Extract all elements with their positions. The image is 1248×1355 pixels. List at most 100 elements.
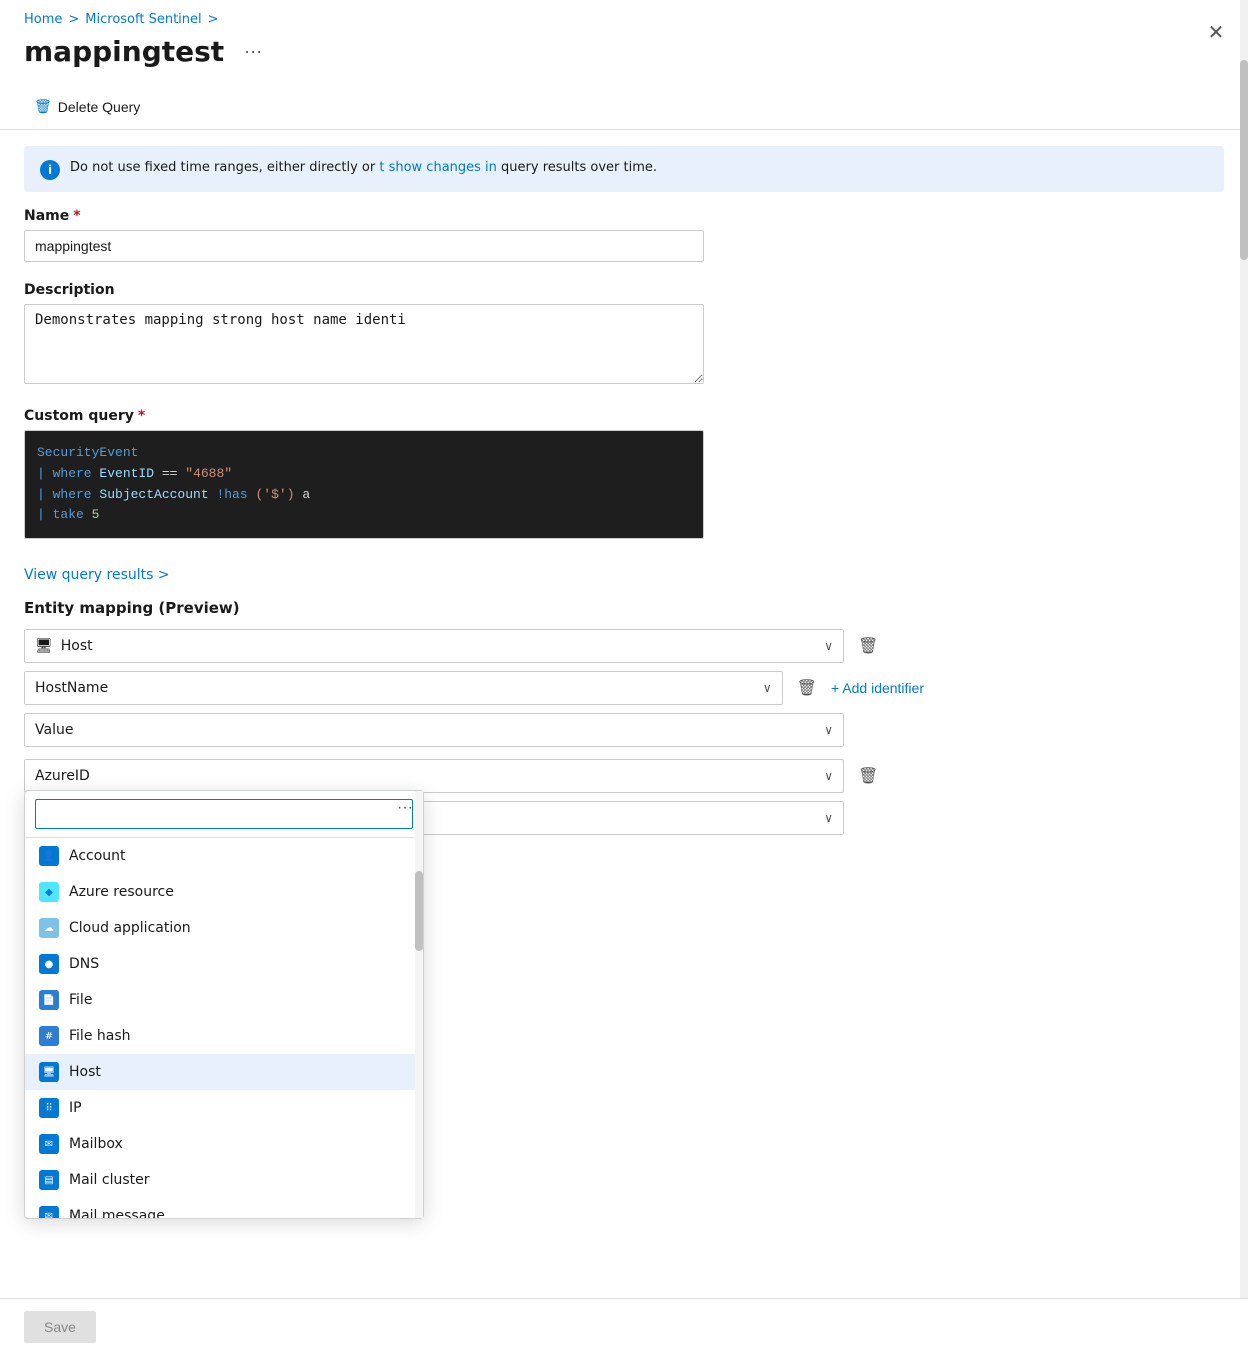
- entity-label-host: Host: [69, 1064, 101, 1080]
- info-text-part2: query results over time.: [501, 160, 657, 175]
- entity-icon-dns: ●: [39, 954, 59, 974]
- description-textarea[interactable]: Demonstrates mapping strong host name id…: [24, 304, 704, 384]
- dropdown-item-cloud_application[interactable]: ☁ Cloud application: [25, 910, 423, 946]
- name-label: Name *: [24, 208, 1224, 224]
- dropdown-scrollbar-thumb: [415, 871, 423, 951]
- entity-icon-azure_resource: ◆: [39, 882, 59, 902]
- dropdown-item-dns[interactable]: ● DNS: [25, 946, 423, 982]
- entity-label-file_hash: File hash: [69, 1028, 131, 1044]
- entity-label-mailbox: Mailbox: [69, 1136, 123, 1152]
- entity-label-azure_resource: Azure resource: [69, 884, 174, 900]
- name-group: Name *: [24, 208, 1224, 262]
- close-button[interactable]: ✕: [1200, 16, 1232, 48]
- dropdown-scrollbar[interactable]: [415, 791, 423, 1218]
- entity-icon-account: 👤: [39, 846, 59, 866]
- dropdown-item-account[interactable]: 👤 Account: [25, 838, 423, 874]
- value1-label: Value: [35, 722, 73, 738]
- entity-icon-mailbox: ✉: [39, 1134, 59, 1154]
- code-line-3: | where SubjectAccount !has ('$') a: [37, 485, 691, 506]
- add-identifier-label: + Add identifier: [831, 680, 924, 696]
- breadcrumb-sep2: >: [208, 12, 219, 27]
- breadcrumb: Home > Microsoft Sentinel >: [0, 0, 1248, 35]
- value1-selector[interactable]: Value ∨: [24, 713, 844, 747]
- entity-label-mail_cluster: Mail cluster: [69, 1172, 150, 1188]
- info-text-part1: Do not use fixed time ranges, either dir…: [70, 160, 375, 175]
- code-line-4: | take 5: [37, 505, 691, 526]
- page-scrollbar[interactable]: [1240, 0, 1248, 1355]
- page-scrollbar-thumb: [1240, 60, 1248, 260]
- azure-dropdown-row: AzureID ∨ 🗑: [24, 759, 924, 793]
- entity-type-dropdown: ··· 👤 Account ◆ Azure resource ☁ Cloud applic…: [24, 790, 424, 1219]
- azure-chevron: ∨: [824, 769, 833, 783]
- entity-icon-mail_message: ✉: [39, 1206, 59, 1218]
- delete-query-label: Delete Query: [58, 99, 140, 115]
- name-required: *: [73, 208, 80, 224]
- page-header: mappingtest ···: [0, 35, 1248, 84]
- code-editor[interactable]: SecurityEvent | where EventID == "4688" …: [24, 430, 704, 539]
- more-options-button[interactable]: ···: [236, 37, 270, 66]
- dropdown-item-mail_message[interactable]: ✉ Mail message: [25, 1198, 423, 1218]
- entity-label-ip: IP: [69, 1100, 82, 1116]
- hostname-selector[interactable]: HostName ∨: [24, 671, 783, 705]
- entity-label-cloud_application: Cloud application: [69, 920, 191, 936]
- entity-label-dns: DNS: [69, 956, 99, 972]
- entity-icon-file: 📄: [39, 990, 59, 1010]
- name-input[interactable]: [24, 230, 704, 262]
- dropdown-items-list: 👤 Account ◆ Azure resource ☁ Cloud applicatio…: [25, 838, 423, 1218]
- dropdown-item-ip[interactable]: ⠿ IP: [25, 1090, 423, 1126]
- host-selector[interactable]: 🖥 Host ∨: [24, 629, 844, 663]
- value1-chevron: ∨: [824, 723, 833, 737]
- query-label: Custom query *: [24, 408, 1224, 424]
- breadcrumb-sentinel[interactable]: Microsoft Sentinel: [85, 12, 201, 27]
- page-title: mappingtest: [24, 35, 224, 68]
- dropdown-search-area: [25, 791, 423, 838]
- value1-dropdown-row: Value ∨: [24, 713, 924, 747]
- form-section: Name * Description Demonstrates mapping …: [0, 208, 1248, 835]
- entity-label-mail_message: Mail message: [69, 1208, 165, 1218]
- entity-icon-file_hash: #: [39, 1026, 59, 1046]
- dropdown-item-host[interactable]: 🖥Host: [25, 1054, 423, 1090]
- hostname-dropdown-row: HostName ∨ 🗑 + Add identifier: [24, 671, 924, 705]
- hostname-chevron: ∨: [763, 681, 772, 695]
- save-button[interactable]: Save: [24, 1311, 96, 1343]
- code-line-2: | where EventID == "4688": [37, 464, 691, 485]
- dropdown-more-button[interactable]: ···: [397, 799, 413, 817]
- dropdown-item-azure_resource[interactable]: ◆ Azure resource: [25, 874, 423, 910]
- add-identifier-button[interactable]: + Add identifier: [831, 674, 924, 702]
- entity-label-account: Account: [69, 848, 126, 864]
- delete-query-button[interactable]: 🗑 Delete Query: [24, 92, 150, 121]
- dropdown-item-mail_cluster[interactable]: ▤ Mail cluster: [25, 1162, 423, 1198]
- view-query-link[interactable]: View query results >: [24, 567, 170, 583]
- description-label: Description: [24, 282, 1224, 298]
- value2-chevron: ∨: [824, 811, 833, 825]
- delete-hostname-button[interactable]: 🗑: [791, 672, 823, 704]
- entity-mapping-header: Entity mapping (Preview): [24, 599, 1224, 617]
- info-banner: i Do not use fixed time ranges, either d…: [24, 146, 1224, 192]
- info-link[interactable]: t show changes in: [379, 160, 497, 175]
- delete-host-button[interactable]: 🗑: [852, 630, 884, 662]
- toolbar: 🗑 Delete Query: [0, 84, 1248, 130]
- breadcrumb-home[interactable]: Home: [24, 12, 62, 27]
- info-text: Do not use fixed time ranges, either dir…: [70, 158, 657, 178]
- dropdown-item-file_hash[interactable]: # File hash: [25, 1018, 423, 1054]
- query-required: *: [138, 408, 145, 424]
- host-icon: 🖥: [35, 638, 53, 654]
- azure-selector[interactable]: AzureID ∨: [24, 759, 844, 793]
- delete-azure-button[interactable]: 🗑: [852, 760, 884, 792]
- azure-label: AzureID: [35, 768, 90, 784]
- trash-icon: 🗑: [34, 98, 52, 115]
- entity-icon-ip: ⠿: [39, 1098, 59, 1118]
- entity-label-file: File: [69, 992, 92, 1008]
- host-chevron: ∨: [824, 639, 833, 653]
- code-line-1: SecurityEvent: [37, 443, 691, 464]
- dropdown-search-input[interactable]: [35, 799, 413, 829]
- entity-icon-cloud_application: ☁: [39, 918, 59, 938]
- entity-icon-mail_cluster: ▤: [39, 1170, 59, 1190]
- footer-actions: Save: [0, 1298, 1248, 1355]
- host-dropdown-row: 🖥 Host ∨ 🗑: [24, 629, 924, 663]
- dropdown-item-file[interactable]: 📄 File: [25, 982, 423, 1018]
- description-group: Description Demonstrates mapping strong …: [24, 282, 1224, 388]
- breadcrumb-sep1: >: [68, 12, 79, 27]
- page-container: Home > Microsoft Sentinel > ✕ mappingtes…: [0, 0, 1248, 1355]
- dropdown-item-mailbox[interactable]: ✉ Mailbox: [25, 1126, 423, 1162]
